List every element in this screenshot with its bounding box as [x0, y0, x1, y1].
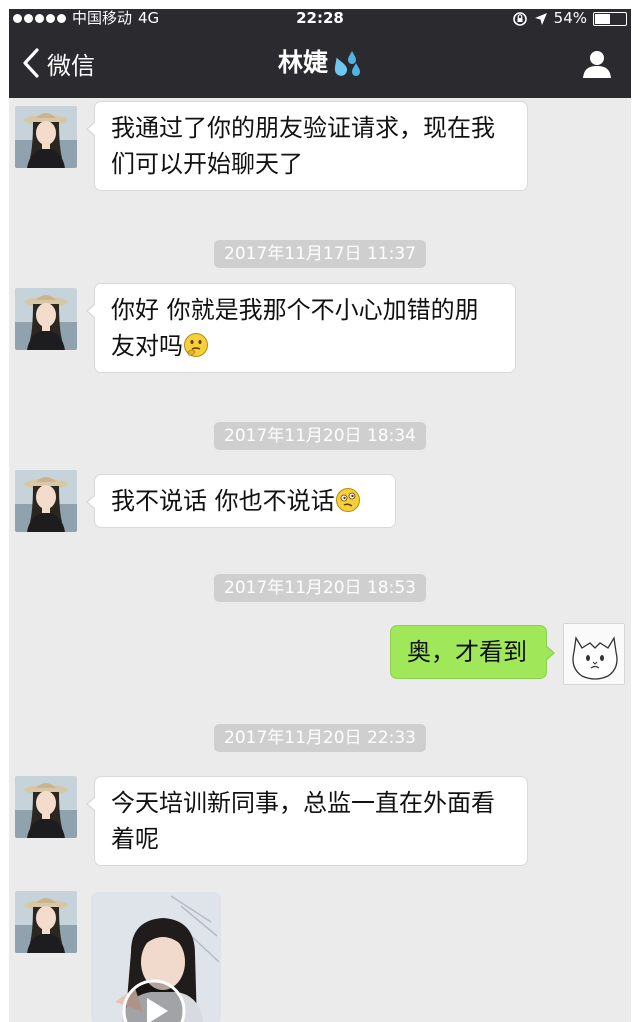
contact-avatar[interactable] [15, 776, 77, 838]
timestamp: 2017年11月20日 18:53 [9, 574, 631, 602]
nav-bar: 微信 林婕 [9, 28, 631, 98]
timestamp: 2017年11月20日 22:33 [9, 724, 631, 752]
message-text: 你好 你就是我那个不小心加错的朋友对吗 [111, 296, 479, 360]
message-bubble[interactable]: 我通过了你的朋友验证请求，现在我们可以开始聊天了 [86, 101, 528, 191]
contact-avatar[interactable] [15, 891, 77, 953]
message-text: 今天培训新同事，总监一直在外面看着呢 [111, 789, 495, 853]
person-icon[interactable] [581, 48, 613, 80]
message-bubble-self[interactable]: 奥，才看到 [390, 625, 555, 679]
timestamp-label: 2017年11月17日 11:37 [214, 240, 426, 268]
timestamp-label: 2017年11月20日 22:33 [214, 724, 426, 752]
battery-icon [593, 11, 627, 26]
video-message[interactable] [91, 892, 221, 1022]
message-text: 我通过了你的朋友验证请求，现在我们可以开始聊天了 [111, 114, 495, 178]
self-avatar[interactable] [563, 623, 625, 685]
message-bubble[interactable]: 今天培训新同事，总监一直在外面看着呢 [86, 776, 528, 866]
message-bubble[interactable]: 我不说话 你也不说话 [86, 474, 396, 528]
battery-percent: 54% [553, 9, 587, 27]
message-text: 我不说话 你也不说话 [111, 487, 335, 515]
chat-area[interactable]: 我通过了你的朋友验证请求，现在我们可以开始聊天了 2017年11月17日 11:… [9, 98, 631, 1022]
message-bubble[interactable]: 你好 你就是我那个不小心加错的朋友对吗 [86, 283, 516, 373]
thinking-face-icon [184, 333, 208, 357]
status-right: 54% [512, 9, 627, 28]
orientation-lock-icon [512, 11, 527, 26]
confused-face-icon [335, 488, 360, 512]
chat-title: 林婕 [9, 28, 631, 98]
message-text: 奥，才看到 [407, 638, 527, 666]
location-arrow-icon [534, 12, 547, 25]
timestamp: 2017年11月17日 11:37 [9, 240, 631, 268]
timestamp-label: 2017年11月20日 18:53 [214, 574, 426, 602]
phone-screen: 中国移动 4G 22:28 54% 微信 林婕 我通过了你的朋友验证请求，现在我… [9, 9, 631, 1022]
status-bar: 中国移动 4G 22:28 54% [9, 9, 631, 28]
play-icon[interactable] [121, 978, 187, 1022]
timestamp: 2017年11月20日 18:34 [9, 422, 631, 450]
contact-avatar[interactable] [15, 106, 77, 168]
sweat-droplets-icon [334, 51, 360, 76]
contact-avatar[interactable] [15, 288, 77, 350]
timestamp-label: 2017年11月20日 18:34 [214, 422, 426, 450]
contact-avatar[interactable] [15, 470, 77, 532]
contact-name: 林婕 [277, 48, 328, 77]
